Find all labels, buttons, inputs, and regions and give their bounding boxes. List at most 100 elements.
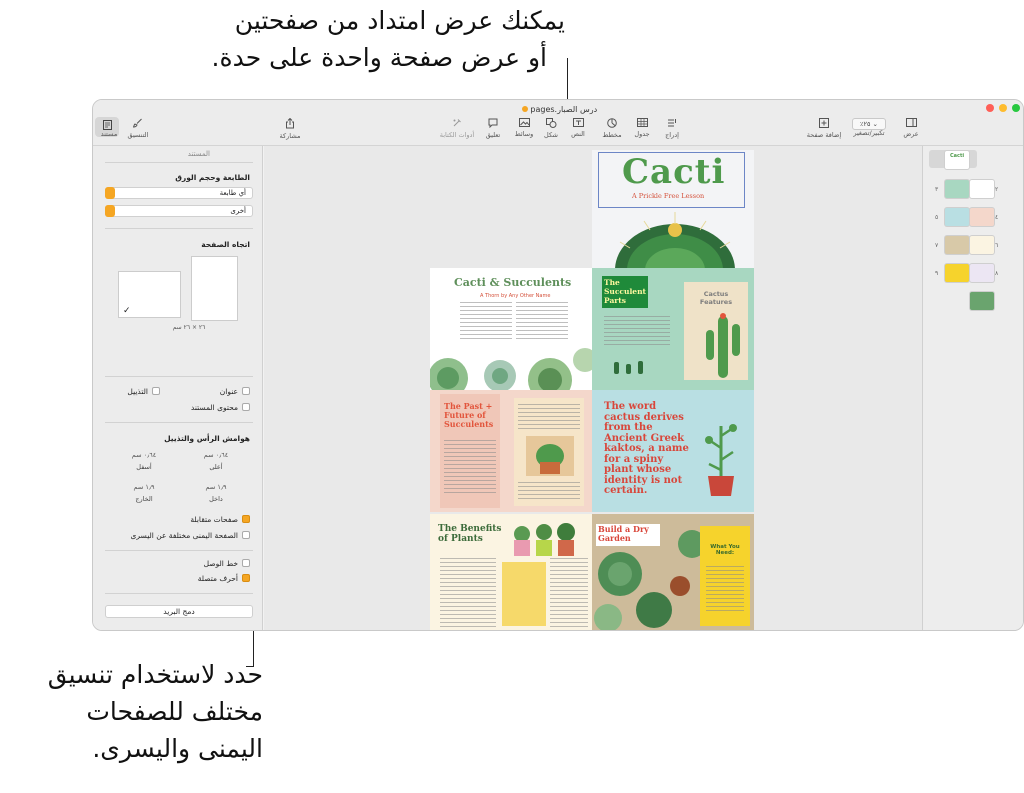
checkbox-icon (152, 387, 160, 395)
divider (105, 162, 253, 163)
title-selection-box[interactable] (598, 152, 745, 208)
tab-document[interactable]: المستند (188, 150, 210, 158)
thumbnail-number-8: ٨ (995, 270, 999, 277)
share-label: مشاركة (279, 132, 301, 140)
callout-bottom-line3: اليمنى واليسرى. (92, 734, 263, 763)
thumbnail-number-3: ٣ (935, 186, 939, 193)
cactus-image (615, 212, 735, 268)
chart-label: مخطط (602, 131, 622, 139)
left-right-different-checkbox[interactable]: الصفحة اليمنى مختلفة عن اليسرى (131, 531, 250, 540)
checkbox-icon (242, 531, 250, 539)
portrait-orientation[interactable] (191, 256, 238, 321)
ligatures-label: أحرف متصلة (197, 574, 238, 583)
printer-section-title: الطابعة وحجم الورق (175, 173, 250, 182)
p6-sidebar-card (502, 562, 546, 626)
thumbnail-page-4[interactable] (970, 208, 994, 226)
add-page-button[interactable]: إضافة صفحة (804, 118, 844, 139)
document-label-block: مستند (93, 127, 129, 138)
outside-margin-field[interactable]: ١٫٩ سم (115, 482, 173, 493)
tab-document-label: المستند (187, 150, 210, 158)
thumbnail-page-10[interactable] (970, 292, 994, 310)
potted-cactus-illustration (705, 424, 737, 496)
writing-tools-button[interactable]: أدوات الكتابة (434, 118, 480, 139)
footer-bottom-field[interactable]: ٠٫٦٤ سم (115, 450, 173, 461)
paper-size-dimensions: ٢٦ × ٢٦ سم (172, 324, 206, 331)
thumbnail-page-2[interactable] (970, 180, 994, 198)
insert-icon (668, 119, 676, 127)
divider (105, 228, 253, 229)
callout-bottom-leader-h (246, 666, 254, 667)
document-title-text: درس الصبار.pages (530, 105, 598, 114)
cactus-illustration (706, 313, 740, 378)
p2-body-text-right (516, 302, 568, 342)
potted-cactus-image (526, 436, 574, 476)
hyphenation-checkbox[interactable]: خط الوصل (204, 559, 250, 568)
header-checkbox[interactable]: عنوان (220, 387, 250, 396)
thumbnail-number-7: ٧ (935, 242, 939, 249)
p4-title: The Past + Future of Succulents (444, 401, 494, 429)
p6-body-text (440, 558, 496, 628)
p2-body-text-left (460, 302, 512, 342)
page-dry-garden[interactable]: Build a Dry Garden What You Need: (592, 514, 754, 630)
p3-body-text (604, 316, 670, 346)
checkbox-icon (242, 387, 250, 395)
thumbnail-page-8[interactable] (970, 264, 994, 282)
divider (105, 550, 253, 551)
chart-button[interactable]: مخطط (592, 118, 632, 139)
inside-margin-field[interactable]: ١٫٩ سم (187, 482, 245, 493)
share-button[interactable]: مشاركة (270, 118, 310, 140)
edited-indicator-icon (521, 106, 528, 112)
page-cover[interactable]: Cacti A Prickle Free Lesson (592, 150, 754, 268)
paper-size-popup[interactable]: أخرى (105, 205, 253, 217)
header-top-field[interactable]: ٠٫٦٤ سم (187, 450, 245, 461)
thumbnail-page-7[interactable] (945, 236, 969, 254)
page-succulent-parts[interactable]: The Succulent Parts Cactus Features (592, 268, 754, 390)
text-box-icon (572, 118, 584, 127)
p6-body-text-right (550, 558, 588, 628)
p2-subtitle: A Thorn by Any Other Name (480, 293, 551, 299)
printer-popup[interactable]: أي طابعة (105, 187, 253, 199)
body-checkbox[interactable]: محتوى المستند (191, 403, 250, 412)
thumbnail-page-9[interactable] (945, 264, 969, 282)
zoom-label: تكبير/تصغير (853, 129, 885, 137)
view-button[interactable]: عرض (891, 118, 931, 138)
thumbnail-number-9: ٩ (935, 270, 939, 277)
page-word-cactus[interactable]: The word cactus derives from the Ancient… (592, 390, 754, 512)
add-page-icon (819, 118, 829, 128)
popup-stepper-icon (105, 205, 115, 217)
margins-section-title: هوامش الرأس والتذييل (164, 434, 250, 443)
orientation-section-title: اتجاه الصفحة (201, 240, 250, 249)
footer-checkbox[interactable]: التذييل (127, 387, 160, 396)
succulents-image (430, 348, 592, 390)
callout-left-right-format: حدد لاستخدام تنسيق مختلف للصفحات اليمنى … (5, 656, 263, 767)
checkbox-checked-icon (242, 515, 250, 523)
p3-title: The Succulent Parts (604, 278, 646, 305)
thumbnail-cover[interactable]: Cacti (945, 151, 969, 169)
footer-bottom-label: أسفل (136, 463, 152, 471)
add-page-label: إضافة صفحة (806, 131, 842, 139)
header-top-label: أعلى (209, 463, 223, 471)
thumbnail-page-5[interactable] (945, 208, 969, 226)
landscape-orientation[interactable]: ✓ (118, 271, 181, 318)
thumbnail-number-2: ٢ (995, 186, 999, 193)
callout-top-line2: أو عرض صفحة واحدة على حدة. (211, 43, 547, 72)
p7-title: Build a Dry Garden (598, 524, 649, 543)
p2-title: Cacti & Succulents (454, 276, 572, 289)
ligatures-checkbox[interactable]: أحرف متصلة (198, 574, 250, 583)
share-icon (286, 118, 294, 129)
shape-icon (545, 118, 556, 128)
divider (105, 593, 253, 594)
table-icon (636, 118, 648, 127)
mail-merge-button[interactable]: دمج البريد (105, 605, 253, 618)
divider (105, 422, 253, 423)
toolbar: درس الصبار.pages عرض ٪٢٥ ⌄ تكبير/تصغير إ… (93, 100, 1023, 146)
thumbnail-page-6[interactable] (970, 236, 994, 254)
page-cacti-succulents[interactable]: Cacti & Succulents A Thorn by Any Other … (430, 268, 592, 390)
document-canvas[interactable]: Cacti A Prickle Free Lesson Cacti & Succ… (264, 146, 922, 630)
page-past-future[interactable]: The Past + Future of Succulents (430, 390, 592, 512)
facing-pages-label: صفحات متقابلة (190, 515, 238, 524)
page-benefits[interactable]: The Benefits of Plants (430, 514, 592, 630)
facing-pages-checkbox[interactable]: صفحات متقابلة (190, 515, 250, 524)
media-icon (518, 118, 530, 127)
thumbnail-page-3[interactable] (945, 180, 969, 198)
